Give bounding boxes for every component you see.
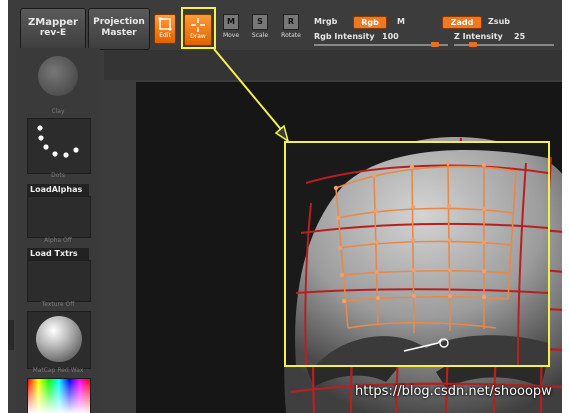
zoom-callout <box>284 141 550 367</box>
zoomed-mesh-view <box>295 150 548 365</box>
watermark: https://blog.csdn.net/shooopw <box>355 384 552 399</box>
zbrush-window: ZMapper rev-E Projection Master Edit Dra… <box>8 0 562 413</box>
